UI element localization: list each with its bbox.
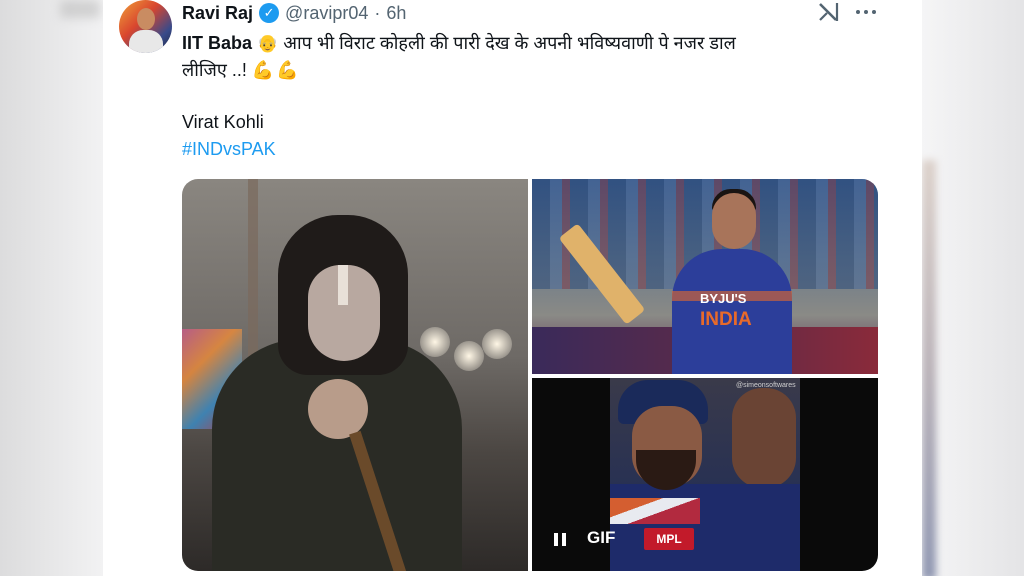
- gif-watermark: @simeonsoftwares: [736, 382, 796, 389]
- tweet-text-line1: IIT Baba 👴 आप भी विराट कोहली की पारी देख…: [182, 31, 736, 55]
- jersey-logo: MPL: [644, 528, 694, 550]
- media-photo-kohli-bat[interactable]: BYJU'S INDIA: [532, 179, 878, 374]
- tweet-timestamp[interactable]: 6h: [386, 3, 406, 24]
- verified-badge-icon: ✓: [259, 3, 280, 23]
- author-name[interactable]: Ravi Raj: [182, 3, 253, 24]
- jersey-country-text: INDIA: [700, 309, 752, 330]
- old-man-emoji-icon: 👴: [257, 34, 279, 53]
- pause-icon[interactable]: [554, 531, 570, 547]
- tweet-text-line3: Virat Kohli: [182, 112, 264, 132]
- jersey-sponsor-text: BYJU'S: [700, 291, 747, 306]
- background-left: [0, 0, 103, 576]
- grok-icon[interactable]: [816, 0, 842, 24]
- author-handle[interactable]: @ravipr04: [285, 3, 368, 24]
- media-grid: BYJU'S INDIA MPL @simeonsoftwares GIF: [182, 179, 878, 571]
- tweet-text-hindi-cont: लीजिए ..!: [182, 60, 247, 80]
- tweet-text-line2: लीजिए ..! 💪💪: [182, 58, 301, 82]
- tweet-lead-bold: IIT Baba: [182, 33, 253, 53]
- media-photo-baba[interactable]: [182, 179, 528, 571]
- media-gif-kohli[interactable]: MPL @simeonsoftwares GIF: [532, 378, 878, 571]
- tweet-text-hindi: आप भी विराट कोहली की पारी देख के अपनी भव…: [278, 33, 736, 53]
- tweet-header: Ravi Raj ✓ @ravipr04 · 6h: [182, 1, 406, 25]
- more-options-icon[interactable]: [853, 0, 879, 24]
- separator-dot: ·: [374, 2, 381, 23]
- author-avatar[interactable]: [119, 0, 172, 53]
- hashtag-link[interactable]: #INDvsPAK: [182, 139, 276, 160]
- background-right: [922, 0, 1024, 576]
- flexed-biceps-emoji-icon: 💪💪: [251, 60, 301, 80]
- tweet-card[interactable]: Ravi Raj ✓ @ravipr04 · 6h IIT Baba 👴 आप …: [103, 0, 922, 576]
- gif-badge: GIF: [587, 528, 616, 547]
